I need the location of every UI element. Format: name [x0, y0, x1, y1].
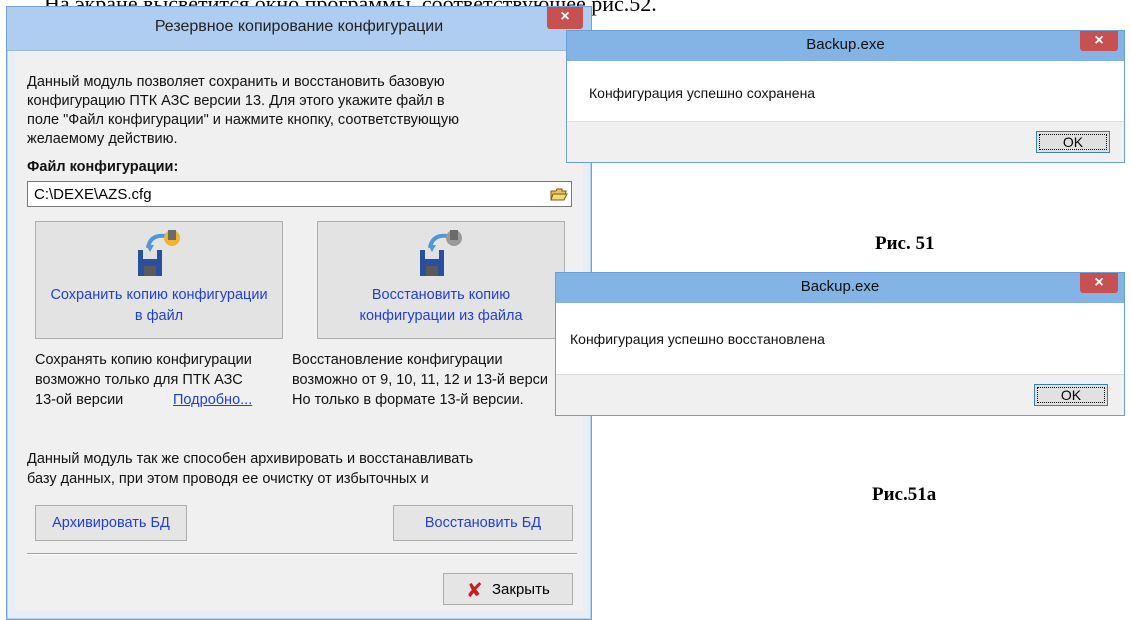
figure-caption: Рис. 51	[875, 233, 935, 254]
restore-note-line: возможно от 9, 10, 11, 12 и 13-й верси	[292, 372, 548, 388]
msgbox-titlebar: Backup.exe ×	[556, 273, 1124, 303]
msgbox-message: Конфигурация успешно восстановлена	[570, 331, 825, 347]
msgbox-titlebar: Backup.exe ×	[567, 31, 1124, 61]
red-x-icon: ✘	[466, 578, 483, 602]
msgbox-close-button[interactable]: ×	[1080, 273, 1118, 293]
close-button-label: Закрыть	[492, 581, 550, 598]
msgbox-restored: Backup.exe × Конфигурация успешно восста…	[555, 272, 1125, 416]
more-details-link[interactable]: Подробно...	[173, 391, 252, 410]
db-note-line: Данный модуль так же способен архивирова…	[27, 451, 474, 467]
file-label: Файл конфигурации:	[27, 159, 179, 175]
description-line: поле "Файл конфигурации" и нажмите кнопк…	[27, 112, 460, 128]
ok-button[interactable]: OK	[1034, 384, 1108, 406]
restore-config-button[interactable]: Восстановить копию конфигурации из файла	[317, 221, 565, 339]
msgbox-body: Конфигурация успешно восстановлена	[556, 303, 1124, 375]
restore-db-button[interactable]: Восстановить БД	[393, 505, 573, 541]
restore-note-line: Восстановление конфигурации	[292, 352, 503, 368]
window-title: Резервное копирование конфигурации	[154, 18, 444, 35]
save-note-line: возможно только для ПТК АЗС	[35, 372, 243, 388]
archive-db-button[interactable]: Архивировать БД	[35, 505, 187, 541]
msgbox-title: Backup.exe	[806, 36, 885, 53]
restore-note-line: Но только в формате 13-й версии.	[292, 392, 524, 408]
config-file-value: C:\DEXE\AZS.cfg	[34, 186, 152, 203]
msgbox-title: Backup.exe	[800, 278, 880, 295]
restore-button-label: конфигурации из файла	[359, 308, 523, 324]
description-line: конфигурацию ПТК АЗС версии 13. Для этог…	[27, 93, 445, 109]
msgbox-body: Конфигурация успешно сохранена	[567, 61, 1124, 123]
floppy-restore-icon	[420, 230, 462, 276]
save-note-line: Сохранять копию конфигурации	[35, 352, 252, 368]
window-close-button[interactable]: ×	[547, 7, 583, 29]
figure-caption: Рис.51а	[872, 484, 937, 505]
msgbox-message: Конфигурация успешно сохранена	[589, 85, 816, 101]
window-client-area: Данный модуль позволяет сохранить и восс…	[15, 51, 583, 611]
config-file-input[interactable]: C:\DEXE\AZS.cfg	[27, 181, 572, 207]
msgbox-close-button[interactable]: ×	[1080, 31, 1118, 51]
close-button[interactable]: ✘ Закрыть	[443, 573, 573, 605]
db-note-line: базу данных, при этом проводя ее очистку…	[27, 471, 429, 487]
description-line: Данный модуль позволяет сохранить и восс…	[27, 74, 445, 90]
ok-button[interactable]: OK	[1036, 131, 1110, 153]
floppy-save-icon	[138, 230, 180, 276]
msgbox-footer: OK	[567, 121, 1124, 162]
save-note-line: 13-ой версии	[35, 392, 124, 408]
save-config-button[interactable]: Сохранить копию конфигурации в файл	[35, 221, 283, 339]
msgbox-saved: Backup.exe × Конфигурация успешно сохран…	[566, 30, 1125, 163]
open-folder-icon[interactable]	[550, 185, 568, 203]
backup-config-window: Резервное копирование конфигурации × Дан…	[6, 6, 592, 620]
save-button-label: в файл	[134, 308, 184, 324]
msgbox-footer: OK	[556, 374, 1124, 415]
divider	[27, 553, 577, 555]
restore-button-label: Восстановить копию	[371, 287, 511, 303]
window-titlebar: Резервное копирование конфигурации	[7, 7, 591, 51]
save-button-label: Сохранить копию конфигурации	[50, 287, 268, 303]
description-line: желаемому действию.	[27, 131, 178, 147]
